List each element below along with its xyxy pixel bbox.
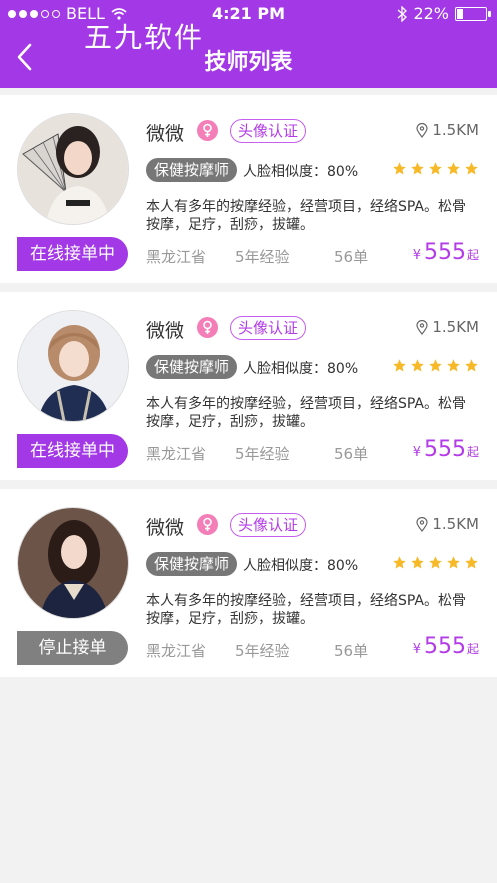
female-icon — [197, 120, 218, 141]
province: 黑龙江省 — [146, 642, 207, 660]
location-icon — [416, 122, 428, 138]
experience: 5年经验 — [235, 445, 290, 463]
star-icon — [393, 556, 406, 569]
star-icon — [465, 359, 478, 372]
province: 黑龙江省 — [146, 445, 207, 463]
technician-name: 微微 — [146, 123, 185, 145]
technician-name: 微微 — [146, 320, 185, 342]
technician-description: 本人有多年的按摩经验，经营项目，经络SPA。松骨按摩，足疗，刮痧，拔罐。 — [146, 396, 467, 430]
price-value: 555 — [423, 634, 466, 659]
price: ¥ 555 起 — [413, 437, 479, 462]
avatar[interactable] — [17, 310, 129, 422]
job-title-badge: 保健按摩师 — [146, 355, 238, 379]
star-icon — [393, 162, 406, 175]
rating-stars — [392, 358, 479, 373]
technician-card[interactable]: 微微 头像认证 1.5KM 保健按摩师 人脸相似度：80% 本人有多年的按摩经验… — [0, 292, 497, 480]
price-unit: 起 — [466, 445, 479, 459]
location-icon — [416, 319, 428, 335]
technician-name: 微微 — [146, 517, 185, 539]
technician-card[interactable]: 微微 头像认证 1.5KM 保健按摩师 人脸相似度：80% 本人有多年的按摩经验… — [0, 95, 497, 283]
star-icon — [411, 359, 424, 372]
battery-icon — [455, 6, 491, 21]
avatar-verified-badge: 头像认证 — [230, 513, 307, 537]
star-icon — [429, 556, 442, 569]
experience: 5年经验 — [235, 642, 290, 660]
star-icon — [447, 359, 460, 372]
stopped-status-button[interactable]: 停止接单 — [17, 631, 128, 665]
star-icon — [465, 556, 478, 569]
technician-description: 本人有多年的按摩经验，经营项目，经络SPA。松骨按摩，足疗，刮痧，拔罐。 — [146, 199, 467, 233]
location-icon — [416, 516, 428, 532]
avatar[interactable] — [17, 113, 129, 225]
price-value: 555 — [423, 240, 466, 265]
star-icon — [393, 359, 406, 372]
price: ¥ 555 起 — [413, 634, 479, 659]
experience: 5年经验 — [235, 248, 290, 266]
currency-symbol: ¥ — [412, 248, 421, 263]
female-icon — [197, 317, 218, 338]
avatar[interactable] — [17, 507, 129, 619]
currency-symbol: ¥ — [412, 445, 421, 460]
price: ¥ 555 起 — [413, 240, 479, 265]
star-icon — [447, 556, 460, 569]
distance: 1.5KM — [416, 515, 479, 533]
avatar-verified-badge: 头像认证 — [230, 316, 307, 340]
bluetooth-icon — [398, 5, 408, 22]
online-status-button[interactable]: 在线接单中 — [17, 434, 128, 468]
star-icon — [429, 162, 442, 175]
face-similarity: 人脸相似度：80% — [243, 361, 359, 377]
status-bar: BELL 4:21 PM 22% — [0, 4, 497, 26]
price-value: 555 — [423, 437, 466, 462]
star-icon — [411, 162, 424, 175]
order-count: 56单 — [334, 445, 369, 463]
price-unit: 起 — [466, 642, 479, 656]
female-icon — [197, 514, 218, 535]
technician-card[interactable]: 微微 头像认证 1.5KM 保健按摩师 人脸相似度：80% 本人有多年的按摩经验… — [0, 489, 497, 677]
province: 黑龙江省 — [146, 248, 207, 266]
distance: 1.5KM — [416, 318, 479, 336]
page-title: 技师列表 — [204, 50, 293, 75]
job-title-badge: 保健按摩师 — [146, 552, 238, 576]
star-icon — [447, 162, 460, 175]
avatar-verified-badge: 头像认证 — [230, 119, 307, 143]
star-icon — [465, 162, 478, 175]
rating-stars — [392, 555, 479, 570]
star-icon — [429, 359, 442, 372]
order-count: 56单 — [334, 248, 369, 266]
distance: 1.5KM — [416, 121, 479, 139]
price-unit: 起 — [466, 248, 479, 262]
online-status-button[interactable]: 在线接单中 — [17, 237, 128, 271]
star-icon — [411, 556, 424, 569]
technician-description: 本人有多年的按摩经验，经营项目，经络SPA。松骨按摩，足疗，刮痧，拔罐。 — [146, 593, 467, 627]
face-similarity: 人脸相似度：80% — [243, 164, 359, 180]
distance-value: 1.5KM — [432, 318, 479, 336]
currency-symbol: ¥ — [412, 642, 421, 657]
distance-value: 1.5KM — [432, 121, 479, 139]
battery-percent: 22% — [413, 4, 449, 23]
distance-value: 1.5KM — [432, 515, 479, 533]
header: BELL 4:21 PM 22% 五九软件 技师列表 — [0, 0, 497, 88]
order-count: 56单 — [334, 642, 369, 660]
rating-stars — [392, 161, 479, 176]
job-title-badge: 保健按摩师 — [146, 158, 238, 182]
face-similarity: 人脸相似度：80% — [243, 558, 359, 574]
